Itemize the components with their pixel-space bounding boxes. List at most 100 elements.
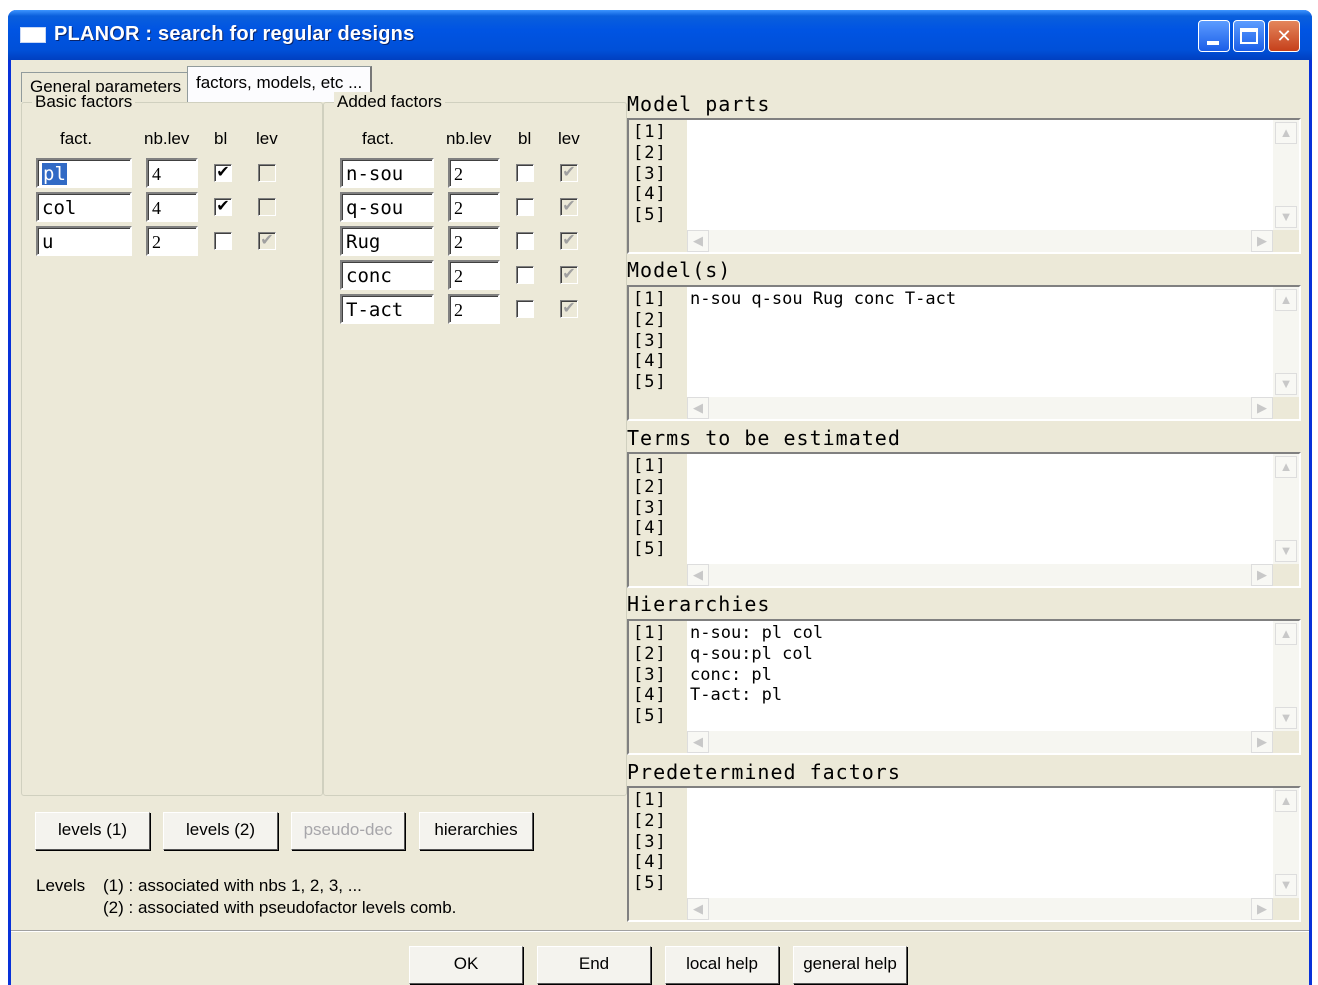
title-bar[interactable]: PLANOR : search for regular designs ✕ <box>8 10 1312 60</box>
scroll-left-icon[interactable]: ◀ <box>687 564 709 586</box>
hierarchies-button[interactable]: hierarchies <box>419 812 533 850</box>
basic-fact-field[interactable]: col <box>36 192 132 222</box>
added-bl-checkbox[interactable] <box>516 198 534 216</box>
added-nblev-field[interactable]: 2 <box>448 294 500 324</box>
added-nblev-field[interactable]: 2 <box>448 192 500 222</box>
models-title: Model(s) <box>627 258 732 282</box>
ok-button[interactable]: OK <box>409 946 523 984</box>
close-button[interactable]: ✕ <box>1268 20 1300 52</box>
added-fact-field[interactable]: n-sou <box>340 158 434 188</box>
basic-factors-legend: Basic factors <box>32 92 136 112</box>
added-lev-checkbox: ✔ <box>560 164 578 182</box>
basic-fact-value: pl <box>42 163 67 185</box>
models-box: [1] [2] [3] [4] [5] n-sou q-sou Rug conc… <box>627 285 1301 421</box>
vertical-scrollbar[interactable]: ▲ ▼ <box>1273 454 1299 564</box>
added-bl-checkbox[interactable] <box>516 232 534 250</box>
scroll-down-icon[interactable]: ▼ <box>1275 874 1297 896</box>
vertical-scrollbar[interactable]: ▲ ▼ <box>1273 120 1299 230</box>
local-help-button[interactable]: local help <box>665 946 779 984</box>
added-bl-checkbox[interactable] <box>516 164 534 182</box>
levels2-button[interactable]: levels (2) <box>163 812 278 850</box>
added-fact-field[interactable]: T-act <box>340 294 434 324</box>
added-fact-header: fact. <box>362 129 395 148</box>
scroll-right-icon[interactable]: ▶ <box>1251 731 1273 753</box>
models-textarea[interactable]: n-sou q-sou Rug conc T-act <box>687 287 1273 397</box>
maximize-button[interactable] <box>1233 20 1265 52</box>
added-lev-checkbox: ✔ <box>560 266 578 284</box>
horizontal-scrollbar[interactable]: ◀ ▶ <box>687 564 1273 586</box>
terms-estimated-textarea[interactable] <box>687 454 1273 564</box>
basic-factors-group: Basic factors fact. nb.lev bl lev pl 4 ✔… <box>21 92 323 796</box>
scroll-down-icon[interactable]: ▼ <box>1275 373 1297 395</box>
vertical-scrollbar[interactable]: ▲ ▼ <box>1273 287 1299 397</box>
added-nblev-field[interactable]: 2 <box>448 158 500 188</box>
levels-note-line2: (2) : associated with pseudofactor level… <box>103 898 457 917</box>
window-title: PLANOR : search for regular designs <box>54 23 415 45</box>
basic-lev-checkbox <box>258 198 276 216</box>
line-numbers: [1] [2] [3] [4] [5] <box>633 623 667 727</box>
basic-nblev-field[interactable]: 2 <box>146 226 198 256</box>
predetermined-factors-box: [1] [2] [3] [4] [5] ▲ ▼ ◀ ▶ <box>627 786 1301 922</box>
scroll-left-icon[interactable]: ◀ <box>687 397 709 419</box>
vertical-scrollbar[interactable]: ▲ ▼ <box>1273 788 1299 898</box>
scroll-left-icon[interactable]: ◀ <box>687 898 709 920</box>
basic-nblev-field[interactable]: 4 <box>146 158 198 188</box>
line-numbers: [1] [2] [3] [4] [5] <box>633 456 667 560</box>
scroll-up-icon[interactable]: ▲ <box>1275 122 1297 144</box>
scroll-down-icon[interactable]: ▼ <box>1275 540 1297 562</box>
added-nblev-field[interactable]: 2 <box>448 260 500 290</box>
model-parts-box: [1] [2] [3] [4] [5] ▲ ▼ ◀ ▶ <box>627 118 1301 254</box>
added-fact-field[interactable]: Rug <box>340 226 434 256</box>
horizontal-scrollbar[interactable]: ◀ ▶ <box>687 230 1273 252</box>
hierarchies-textarea[interactable]: n-sou: pl col q-sou:pl col conc: pl T-ac… <box>687 621 1273 731</box>
scroll-right-icon[interactable]: ▶ <box>1251 230 1273 252</box>
terms-estimated-title: Terms to be estimated <box>627 426 901 450</box>
basic-fact-field[interactable]: pl <box>36 158 132 188</box>
scroll-up-icon[interactable]: ▲ <box>1275 623 1297 645</box>
hierarchies-box: [1] [2] [3] [4] [5] n-sou: pl col q-sou:… <box>627 619 1301 755</box>
scroll-down-icon[interactable]: ▼ <box>1275 707 1297 729</box>
added-nblev-field[interactable]: 2 <box>448 226 500 256</box>
basic-bl-checkbox[interactable] <box>214 232 232 250</box>
scroll-right-icon[interactable]: ▶ <box>1251 898 1273 920</box>
horizontal-scrollbar[interactable]: ◀ ▶ <box>687 898 1273 920</box>
maximize-icon <box>1240 28 1258 44</box>
scroll-up-icon[interactable]: ▲ <box>1275 289 1297 311</box>
added-bl-header: bl <box>518 129 532 148</box>
levels-note-label: Levels <box>36 876 86 895</box>
basic-fact-field[interactable]: u <box>36 226 132 256</box>
added-bl-checkbox[interactable] <box>516 266 534 284</box>
basic-fact-header: fact. <box>60 129 93 148</box>
scroll-down-icon[interactable]: ▼ <box>1275 206 1297 228</box>
added-factors-group: Added factors fact. nb.lev bl lev n-sou … <box>323 92 627 796</box>
minimize-button[interactable] <box>1198 20 1230 52</box>
scroll-up-icon[interactable]: ▲ <box>1275 456 1297 478</box>
scroll-right-icon[interactable]: ▶ <box>1251 397 1273 419</box>
added-lev-checkbox: ✔ <box>560 300 578 318</box>
end-button[interactable]: End <box>537 946 651 984</box>
vertical-scrollbar[interactable]: ▲ ▼ <box>1273 621 1299 731</box>
basic-bl-checkbox[interactable]: ✔ <box>214 164 232 182</box>
predetermined-factors-textarea[interactable] <box>687 788 1273 898</box>
scroll-left-icon[interactable]: ◀ <box>687 731 709 753</box>
basic-nblev-field[interactable]: 4 <box>146 192 198 222</box>
levels1-button[interactable]: levels (1) <box>35 812 150 850</box>
planor-window: PLANOR : search for regular designs ✕ Ge… <box>8 10 1312 985</box>
basic-bl-checkbox[interactable]: ✔ <box>214 198 232 216</box>
added-bl-checkbox[interactable] <box>516 300 534 318</box>
model-parts-title: Model parts <box>627 92 771 116</box>
model-parts-textarea[interactable] <box>687 120 1273 230</box>
scroll-left-icon[interactable]: ◀ <box>687 230 709 252</box>
horizontal-scrollbar[interactable]: ◀ ▶ <box>687 731 1273 753</box>
added-lev-checkbox: ✔ <box>560 232 578 250</box>
pseudo-dec-button: pseudo-dec <box>291 812 405 850</box>
basic-nblev-header: nb.lev <box>144 129 190 148</box>
general-help-button[interactable]: general help <box>793 946 907 984</box>
added-fact-field[interactable]: q-sou <box>340 192 434 222</box>
added-fact-field[interactable]: conc <box>340 260 434 290</box>
horizontal-scrollbar[interactable]: ◀ ▶ <box>687 397 1273 419</box>
window-icon <box>20 27 46 43</box>
scroll-up-icon[interactable]: ▲ <box>1275 790 1297 812</box>
hierarchies-title: Hierarchies <box>627 592 771 616</box>
scroll-right-icon[interactable]: ▶ <box>1251 564 1273 586</box>
